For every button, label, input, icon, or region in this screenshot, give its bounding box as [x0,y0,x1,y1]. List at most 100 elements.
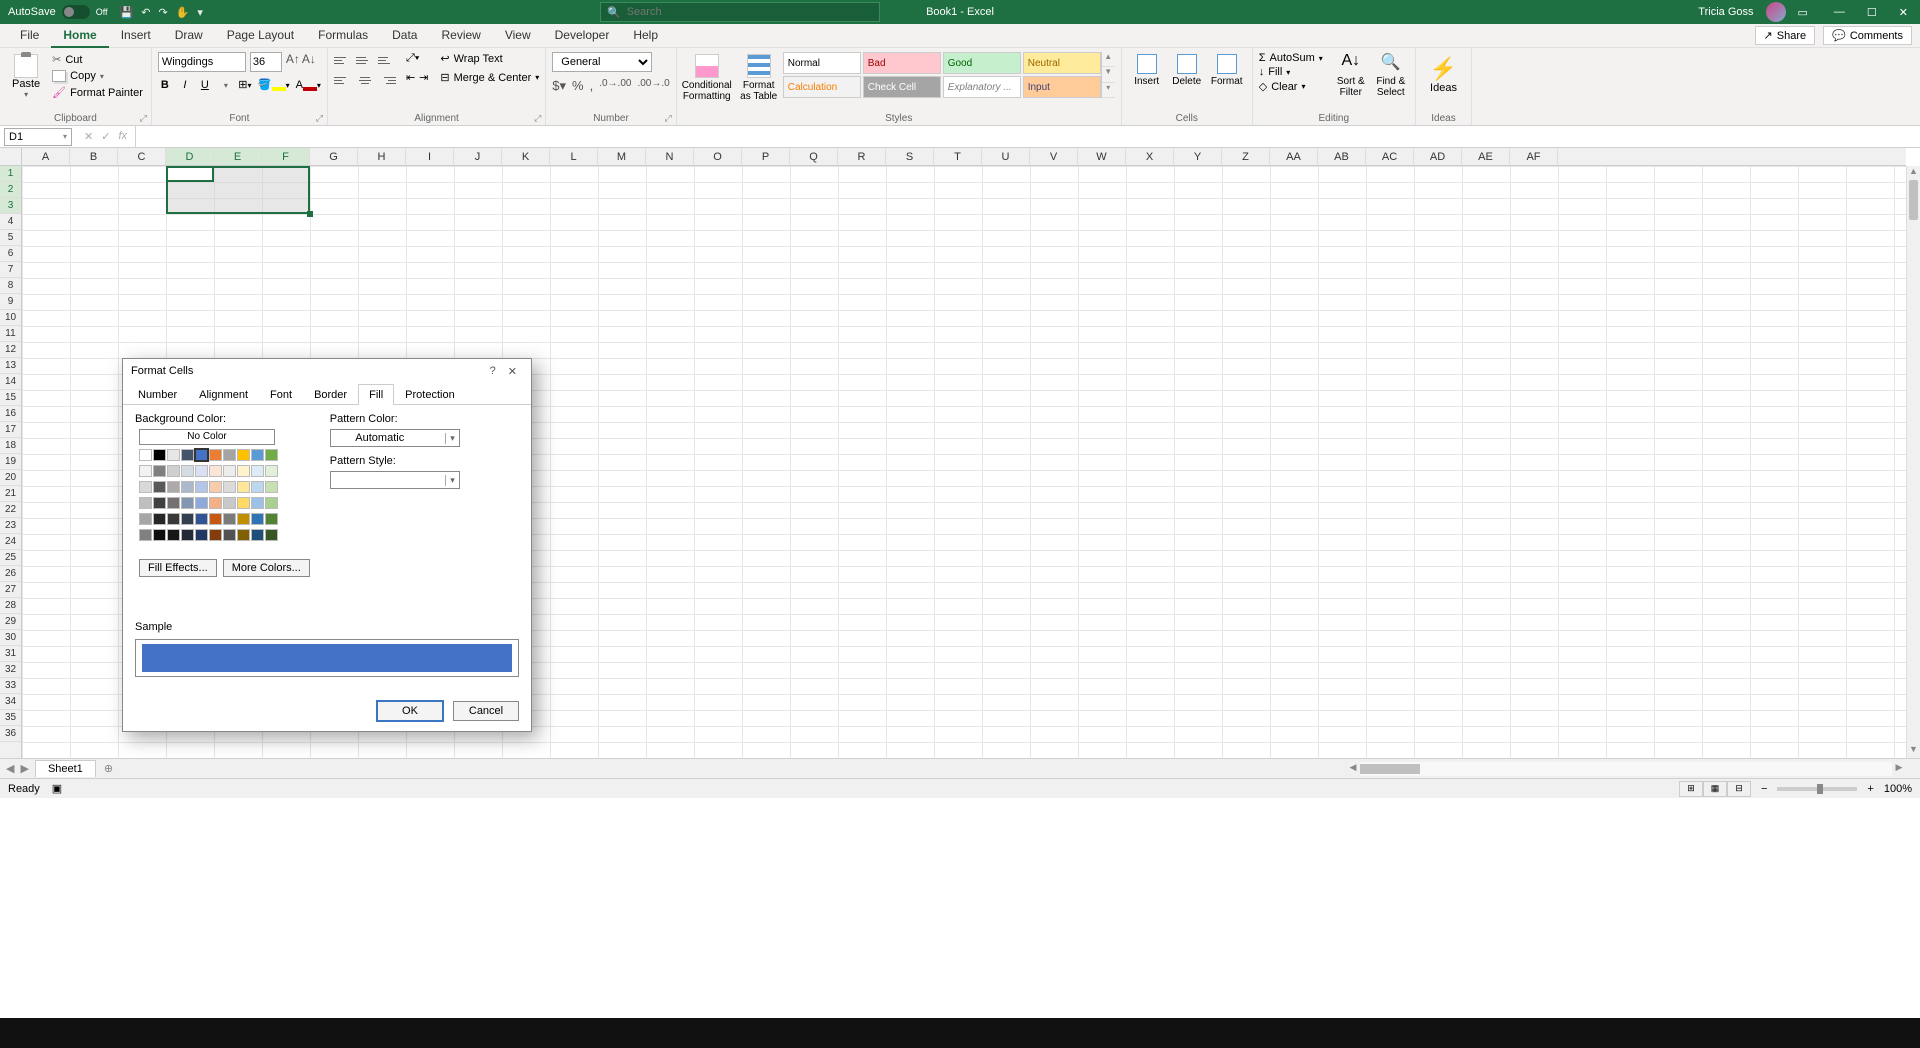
row-header-36[interactable]: 36 [0,726,21,742]
col-header-B[interactable]: B [70,148,118,165]
tint-swatch[interactable] [209,513,222,525]
row-header-33[interactable]: 33 [0,678,21,694]
insert-cells-button[interactable]: Insert [1128,52,1166,89]
number-launcher-icon[interactable]: ⤢ [665,113,672,124]
fill-effects-button[interactable]: Fill Effects... [139,559,217,577]
font-color-button[interactable]: A▾ [296,79,321,91]
col-header-AD[interactable]: AD [1414,148,1462,165]
gallery-up-icon[interactable]: ▲ [1102,52,1115,67]
tint-swatch[interactable] [195,529,208,541]
fill-handle[interactable] [307,211,313,217]
tab-developer[interactable]: Developer [543,24,622,48]
page-break-view-icon[interactable]: ⊟ [1727,781,1751,797]
row-header-6[interactable]: 6 [0,246,21,262]
tint-swatch[interactable] [251,529,264,541]
font-launcher-icon[interactable]: ⤢ [316,113,323,124]
zoom-slider[interactable] [1777,787,1857,791]
row-header-10[interactable]: 10 [0,310,21,326]
cut-button[interactable]: ✂Cut [50,52,145,67]
comma-format-icon[interactable]: , [590,78,594,94]
tint-swatch[interactable] [181,529,194,541]
dialog-tab-number[interactable]: Number [127,384,188,405]
select-all-corner[interactable] [0,148,22,166]
theme-color-swatch[interactable] [139,449,152,461]
row-header-18[interactable]: 18 [0,438,21,454]
font-size-combo[interactable] [250,52,282,72]
tab-file[interactable]: File [8,24,51,48]
style-bad[interactable]: Bad [863,52,941,74]
horizontal-scrollbar[interactable]: ◀ ▶ [1346,762,1906,776]
search-box[interactable]: 🔍 [600,2,880,22]
row-header-11[interactable]: 11 [0,326,21,342]
cancel-button[interactable]: Cancel [453,701,519,721]
col-header-T[interactable]: T [934,148,982,165]
tint-swatch[interactable] [195,513,208,525]
tint-swatch[interactable] [265,465,278,477]
zoom-in-icon[interactable]: + [1867,783,1873,795]
tint-swatch[interactable] [237,481,250,493]
tint-swatch[interactable] [209,465,222,477]
sheet-nav-prev-icon[interactable]: ◀ [6,762,14,775]
increase-indent-icon[interactable]: ⇥ [419,71,428,84]
dialog-tab-font[interactable]: Font [259,384,303,405]
tint-swatch[interactable] [251,465,264,477]
tint-swatch[interactable] [237,497,250,509]
col-header-U[interactable]: U [982,148,1030,165]
theme-color-swatch[interactable] [251,449,264,461]
theme-color-swatch[interactable] [223,449,236,461]
tint-swatch[interactable] [139,481,152,493]
col-header-I[interactable]: I [406,148,454,165]
formula-input[interactable] [135,126,1920,147]
tint-swatch[interactable] [223,497,236,509]
tab-data[interactable]: Data [380,24,429,48]
scroll-up-icon[interactable]: ▲ [1907,166,1920,180]
tint-swatch[interactable] [139,513,152,525]
close-button[interactable]: ✕ [1895,6,1912,19]
tint-swatch[interactable] [153,465,166,477]
tint-swatch[interactable] [251,481,264,493]
borders-button[interactable]: ⊞▾ [238,78,252,91]
comments-button[interactable]: 💬Comments [1823,26,1912,45]
row-header-7[interactable]: 7 [0,262,21,278]
col-header-AF[interactable]: AF [1510,148,1558,165]
col-header-AA[interactable]: AA [1270,148,1318,165]
tab-draw[interactable]: Draw [163,24,215,48]
col-header-P[interactable]: P [742,148,790,165]
vertical-scrollbar[interactable]: ▲ ▼ [1906,166,1920,758]
undo-icon[interactable]: ↶ [141,6,150,19]
pattern-style-combo[interactable]: ▾ [330,471,460,489]
tint-swatch[interactable] [251,497,264,509]
dialog-close-button[interactable]: ✕ [502,363,523,380]
tint-swatch[interactable] [237,513,250,525]
format-as-table-button[interactable]: Format as Table [735,52,783,104]
tab-help[interactable]: Help [621,24,670,48]
tint-swatch[interactable] [237,529,250,541]
tint-swatch[interactable] [181,465,194,477]
italic-button[interactable]: I [178,79,192,91]
tab-home[interactable]: Home [51,24,108,48]
tint-swatch[interactable] [139,465,152,477]
row-header-35[interactable]: 35 [0,710,21,726]
col-header-AE[interactable]: AE [1462,148,1510,165]
row-header-17[interactable]: 17 [0,422,21,438]
tint-swatch[interactable] [153,481,166,493]
dialog-tab-alignment[interactable]: Alignment [188,384,259,405]
tint-swatch[interactable] [153,513,166,525]
col-header-F[interactable]: F [262,148,310,165]
col-header-AC[interactable]: AC [1366,148,1414,165]
hscroll-thumb[interactable] [1360,764,1420,774]
dialog-titlebar[interactable]: Format Cells ? ✕ [123,359,531,383]
hscroll-right-icon[interactable]: ▶ [1892,762,1906,776]
tint-swatch[interactable] [167,513,180,525]
col-header-M[interactable]: M [598,148,646,165]
col-header-H[interactable]: H [358,148,406,165]
macro-record-icon[interactable]: ▣ [52,782,62,795]
tint-swatch[interactable] [167,465,180,477]
row-header-22[interactable]: 22 [0,502,21,518]
tab-view[interactable]: View [493,24,543,48]
alignment-launcher-icon[interactable]: ⤢ [534,113,541,124]
tint-swatch[interactable] [223,465,236,477]
align-top-icon[interactable] [334,52,352,68]
tint-swatch[interactable] [181,513,194,525]
tint-swatch[interactable] [167,481,180,493]
